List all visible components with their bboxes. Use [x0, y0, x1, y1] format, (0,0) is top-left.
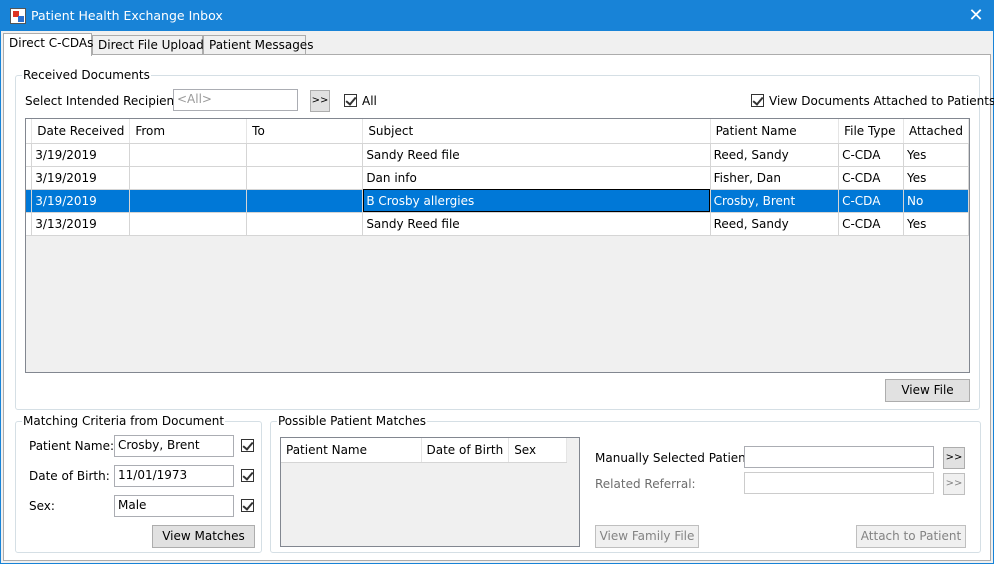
column-header-patient-name[interactable]: Patient Name [281, 438, 422, 463]
manual-patient-field[interactable] [744, 446, 934, 468]
cell-to[interactable] [246, 166, 364, 190]
tab-direct-ccdas[interactable]: Direct C-CDAs [3, 33, 93, 56]
possible-matches-label: Possible Patient Matches [277, 414, 427, 428]
cell-date-received[interactable]: 3/13/2019 [31, 212, 131, 236]
recipient-input[interactable]: <All> [173, 89, 298, 111]
grid-header-row: Date Received From To Subject Patient Na… [26, 119, 969, 144]
cell-to[interactable] [246, 212, 364, 236]
column-header-from[interactable]: From [129, 119, 248, 144]
patient-health-exchange-window: Patient Health Exchange Inbox ✕ Direct C… [0, 0, 994, 564]
column-header-to[interactable]: To [246, 119, 364, 144]
table-row[interactable]: 3/19/2019 Dan info Fisher, Dan C-CDA Yes [26, 166, 969, 190]
column-header-patient-name[interactable]: Patient Name [710, 119, 840, 144]
grid-header-row: Patient Name Date of Birth Sex [281, 438, 568, 463]
cell-file-type[interactable]: C-CDA [838, 189, 904, 213]
matching-criteria-label: Matching Criteria from Document [22, 414, 226, 428]
column-header-date-of-birth[interactable]: Date of Birth [421, 438, 510, 463]
table-row-selected[interactable]: 3/19/2019 B Crosby allergies Crosby, Bre… [26, 189, 969, 213]
app-icon [10, 8, 26, 24]
tab-patient-messages[interactable]: Patient Messages [203, 35, 313, 55]
cell-subject[interactable]: Sandy Reed file [362, 143, 711, 167]
tab-direct-file-uploads[interactable]: Direct File Uploads [92, 35, 210, 55]
manual-patient-label: Manually Selected Patient: [595, 451, 755, 465]
cell-file-type[interactable]: C-CDA [838, 166, 904, 190]
table-row[interactable]: 3/19/2019 Sandy Reed file Reed, Sandy C-… [26, 143, 969, 167]
possible-matches-table: Patient Name Date of Birth Sex [281, 438, 568, 463]
view-family-file-button[interactable]: View Family File [595, 525, 699, 548]
cell-patient-name[interactable]: Crosby, Brent [710, 189, 840, 213]
view-attached-label: View Documents Attached to Patients [769, 94, 994, 108]
cell-from[interactable] [129, 189, 248, 213]
dob-label: Date of Birth: [29, 469, 110, 483]
column-header-file-type[interactable]: File Type [838, 119, 904, 144]
cell-subject[interactable]: B Crosby allergies [362, 189, 711, 213]
dob-field[interactable]: 11/01/1973 [114, 465, 234, 487]
sex-label: Sex: [29, 499, 55, 513]
close-icon[interactable]: ✕ [963, 3, 989, 29]
tab-page-direct-ccdas: Received Documents Select Intended Recip… [3, 54, 994, 561]
all-checkbox[interactable] [344, 94, 357, 107]
related-referral-label: Related Referral: [595, 477, 696, 491]
attach-to-patient-button[interactable]: Attach to Patient [856, 525, 966, 548]
cell-attached[interactable]: Yes [903, 212, 969, 236]
cell-attached[interactable]: Yes [903, 166, 969, 190]
received-documents-label: Received Documents [22, 68, 151, 82]
cell-patient-name[interactable]: Reed, Sandy [710, 143, 840, 167]
cell-from[interactable] [129, 212, 248, 236]
cell-file-type[interactable]: C-CDA [838, 143, 904, 167]
column-header-subject[interactable]: Subject [362, 119, 711, 144]
cell-subject[interactable]: Dan info [362, 166, 711, 190]
cell-patient-name[interactable]: Reed, Sandy [710, 212, 840, 236]
cell-attached[interactable]: No [903, 189, 969, 213]
dob-checkbox[interactable] [241, 469, 254, 482]
cell-from[interactable] [129, 166, 248, 190]
view-file-button[interactable]: View File [885, 379, 970, 402]
all-label: All [362, 94, 377, 108]
recipient-label: Select Intended Recipient: [25, 94, 183, 108]
sex-checkbox[interactable] [241, 499, 254, 512]
patient-name-checkbox[interactable] [241, 439, 254, 452]
matching-criteria-group: Matching Criteria from Document Patient … [15, 414, 262, 553]
manual-patient-select-button[interactable]: >> [943, 447, 965, 469]
cell-to[interactable] [246, 189, 364, 213]
sex-field[interactable]: Male [114, 495, 234, 517]
patient-name-field[interactable]: Crosby, Brent [114, 435, 234, 457]
cell-to[interactable] [246, 143, 364, 167]
cell-attached[interactable]: Yes [903, 143, 969, 167]
view-matches-button[interactable]: View Matches [152, 525, 255, 548]
related-referral-select-button[interactable]: >> [943, 473, 965, 495]
cell-patient-name[interactable]: Fisher, Dan [710, 166, 840, 190]
table-row[interactable]: 3/13/2019 Sandy Reed file Reed, Sandy C-… [26, 212, 969, 236]
cell-date-received[interactable]: 3/19/2019 [31, 166, 131, 190]
title-bar: Patient Health Exchange Inbox ✕ [1, 1, 993, 31]
cell-subject[interactable]: Sandy Reed file [362, 212, 711, 236]
cell-date-received[interactable]: 3/19/2019 [31, 189, 131, 213]
possible-matches-group: Possible Patient Matches Patient Name Da… [270, 414, 981, 553]
received-documents-grid[interactable]: Date Received From To Subject Patient Na… [25, 118, 970, 373]
view-attached-checkbox[interactable] [751, 94, 764, 107]
cell-file-type[interactable]: C-CDA [838, 212, 904, 236]
cell-from[interactable] [129, 143, 248, 167]
received-documents-group: Received Documents Select Intended Recip… [15, 68, 994, 410]
cell-date-received[interactable]: 3/19/2019 [31, 143, 131, 167]
received-documents-table: Date Received From To Subject Patient Na… [26, 119, 969, 236]
possible-matches-grid[interactable]: Patient Name Date of Birth Sex [280, 437, 580, 547]
window-title: Patient Health Exchange Inbox [31, 8, 223, 23]
column-header-sex[interactable]: Sex [508, 438, 568, 463]
column-header-date-received[interactable]: Date Received [31, 119, 131, 144]
related-referral-field[interactable] [744, 472, 934, 494]
column-header-attached[interactable]: Attached [903, 119, 969, 144]
patient-name-label: Patient Name: [29, 439, 115, 453]
recipient-select-button[interactable]: >> [310, 90, 330, 112]
